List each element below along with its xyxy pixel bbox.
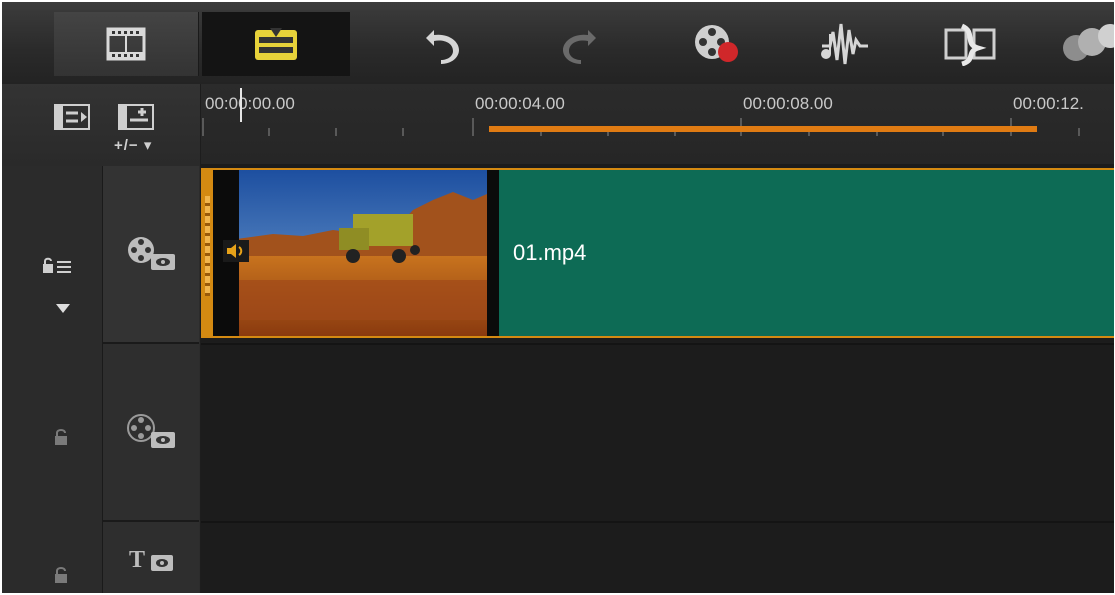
toolbar — [2, 2, 1114, 84]
ruler-label-12: 00:00:12. — [1013, 94, 1084, 113]
add-remove-track-dropdown[interactable]: +/− ▾ — [114, 136, 152, 154]
ruler-label-4: 00:00:04.00 — [475, 94, 565, 113]
undo-icon — [426, 30, 459, 64]
overlay-track-icon — [127, 414, 175, 448]
clip-thumbnail — [213, 170, 499, 336]
track-controls: +/− ▾ — [2, 84, 200, 166]
video-clip[interactable]: 01.mp4 — [201, 168, 1114, 338]
redo-icon — [563, 30, 596, 64]
redo-button[interactable] — [532, 12, 628, 76]
undo-button[interactable] — [394, 12, 490, 76]
playhead-marker[interactable] — [240, 88, 242, 122]
clip-edge-handle[interactable] — [203, 170, 213, 336]
expand-arrow-icon[interactable] — [56, 304, 70, 314]
lock-title-track-icon[interactable] — [54, 566, 68, 584]
lock-overlay-track-icon[interactable] — [54, 428, 68, 446]
desert-jeep-thumbnail — [229, 170, 499, 336]
timeline-ruler[interactable]: 00:00:00.00 00:00:04.00 00:00:08.00 00:0… — [201, 84, 1114, 164]
ruler-ticks — [202, 118, 1080, 136]
spheres-icon — [1063, 24, 1114, 61]
overlay-track-lane[interactable] — [201, 343, 1114, 521]
video-track-header[interactable] — [103, 166, 199, 344]
title-track-header[interactable]: T — [103, 522, 199, 593]
record-capture-button[interactable] — [670, 12, 766, 76]
ruler-label-0: 00:00:00.00 — [205, 94, 295, 113]
motion-tracking-button[interactable] — [922, 12, 1018, 76]
motion-icon — [944, 23, 996, 66]
clip-name: 01.mp4 — [513, 240, 587, 265]
storyboard-view-button[interactable] — [54, 12, 199, 76]
svg-text:T: T — [129, 547, 145, 573]
timeline-view-button[interactable] — [202, 12, 350, 76]
track-header-panel: +/− ▾ T — [2, 84, 200, 593]
add-track-icon[interactable] — [118, 104, 154, 130]
render-progress-bar — [489, 126, 1037, 132]
title-track-lane[interactable] — [201, 521, 1114, 593]
audio-speaker-icon[interactable] — [223, 240, 249, 262]
overlay-track-header[interactable] — [103, 344, 199, 522]
record-icon — [695, 25, 738, 62]
music-icon — [821, 23, 868, 65]
timeline-icon — [255, 28, 297, 60]
video-track-icon — [128, 237, 175, 270]
film-icon — [106, 27, 146, 61]
lock-column — [2, 166, 103, 593]
more-tools-button[interactable] — [1042, 12, 1114, 76]
ruler-label-8: 00:00:08.00 — [743, 94, 833, 113]
title-track-icon: T — [129, 547, 173, 573]
auto-music-button[interactable] — [796, 12, 892, 76]
lock-all-tracks-icon[interactable] — [42, 256, 72, 276]
track-manager-icon[interactable] — [54, 104, 90, 130]
video-editor-timeline: +/− ▾ T 00:00:00.00 00:00:04.00 00:00:08… — [2, 2, 1114, 593]
